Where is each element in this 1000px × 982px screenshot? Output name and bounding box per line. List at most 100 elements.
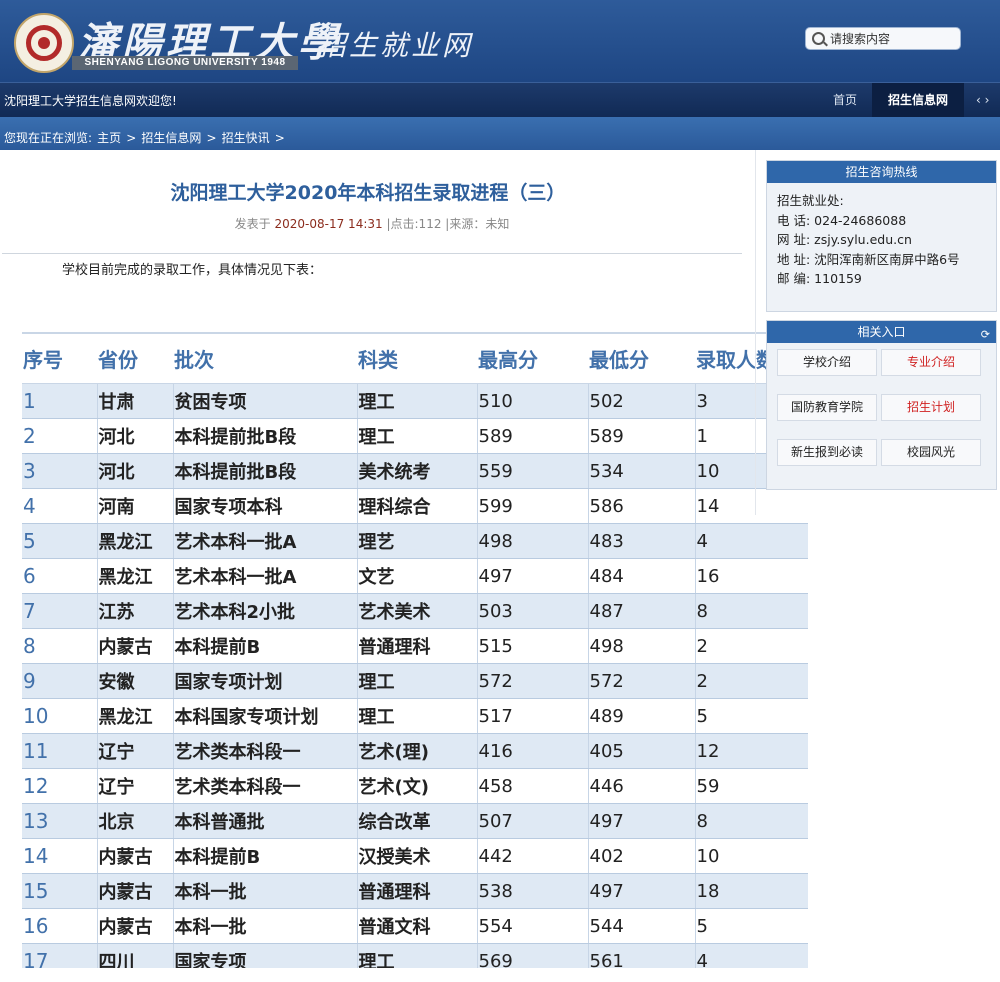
table-row: 7 江苏 艺术本科2小批 艺术美术 503 487 8 bbox=[22, 593, 808, 629]
cell-province: 内蒙古 bbox=[96, 908, 173, 944]
cell-batch: 贫困专项 bbox=[172, 383, 357, 419]
header-province: 省份 bbox=[97, 332, 173, 384]
cell-batch: 本科一批 bbox=[172, 908, 357, 944]
cell-admitted: 18 bbox=[694, 873, 808, 909]
search-input[interactable] bbox=[830, 29, 956, 48]
cell-category: 美术统考 bbox=[356, 453, 477, 489]
cell-province: 黑龙江 bbox=[96, 698, 173, 734]
cell-category: 理科综合 bbox=[356, 488, 477, 524]
cell-province: 江苏 bbox=[96, 593, 173, 629]
article-title: 沈阳理工大学2020年本科招生录取进程（三） bbox=[170, 182, 566, 204]
breadcrumb-item-admission[interactable]: 招生信息网 bbox=[141, 131, 201, 145]
link-defense-college[interactable]: 国防教育学院 bbox=[777, 394, 877, 421]
breadcrumb-item-home[interactable]: 主页 bbox=[97, 131, 121, 145]
cell-index: 15 bbox=[22, 873, 97, 909]
link-admission-plan[interactable]: 招生计划 bbox=[881, 394, 981, 421]
header-index: 序号 bbox=[22, 332, 97, 384]
cell-batch: 本科提前批B段 bbox=[172, 453, 357, 489]
admission-table-container: 序号 省份 批次 科类 最高分 最低分 录取人数 1 甘肃 贫困专项 理工 510 502… bbox=[22, 332, 808, 968]
sidebar-divider bbox=[755, 150, 756, 515]
nav-scroll-arrows-icon[interactable]: ‹ › bbox=[976, 83, 989, 117]
link-major-intro[interactable]: 专业介绍 bbox=[881, 349, 981, 376]
click-count: |点击:112 bbox=[386, 217, 442, 231]
cell-index: 6 bbox=[22, 558, 97, 594]
article-source: |来源：未知 bbox=[445, 217, 510, 231]
cell-province: 河北 bbox=[96, 418, 173, 454]
cell-admitted: 12 bbox=[694, 733, 808, 769]
publish-date: 2020-08-17 14:31 bbox=[274, 217, 383, 231]
welcome-text: 沈阳理工大学招生信息网欢迎您! bbox=[4, 94, 177, 108]
cell-admitted: 59 bbox=[694, 768, 808, 804]
breadcrumb-prefix: 您现在正在浏览: bbox=[4, 131, 93, 145]
cell-max-score: 442 bbox=[476, 838, 588, 874]
cell-index: 14 bbox=[22, 838, 97, 874]
cell-index: 17 bbox=[22, 943, 97, 968]
cell-index: 8 bbox=[22, 628, 97, 664]
cell-index: 16 bbox=[22, 908, 97, 944]
cell-province: 辽宁 bbox=[96, 733, 173, 769]
table-row: 15 内蒙古 本科一批 普通理科 538 497 18 bbox=[22, 873, 808, 909]
cell-province: 黑龙江 bbox=[96, 523, 173, 559]
cell-max-score: 517 bbox=[476, 698, 588, 734]
table-row: 8 内蒙古 本科提前B 普通理科 515 498 2 bbox=[22, 628, 808, 664]
cell-admitted: 16 bbox=[694, 558, 808, 594]
cell-index: 11 bbox=[22, 733, 97, 769]
cell-batch: 本科提前B bbox=[172, 628, 357, 664]
cell-batch: 艺术类本科段一 bbox=[172, 768, 357, 804]
table-row: 1 甘肃 贫困专项 理工 510 502 3 bbox=[22, 383, 808, 419]
cell-admitted: 2 bbox=[694, 663, 808, 699]
cell-admitted: 8 bbox=[694, 593, 808, 629]
table-row: 11 辽宁 艺术类本科段一 艺术(理) 416 405 12 bbox=[22, 733, 808, 769]
cell-batch: 本科国家专项计划 bbox=[172, 698, 357, 734]
nav-admission-info[interactable]: 招生信息网 bbox=[872, 83, 964, 117]
search-box[interactable] bbox=[805, 27, 961, 50]
refresh-icon[interactable]: ⟳ bbox=[981, 324, 990, 346]
cell-batch: 本科普通批 bbox=[172, 803, 357, 839]
search-icon[interactable] bbox=[812, 32, 825, 45]
related-links-panel: 相关入口 ⟳ 学校介绍 专业介绍 国防教育学院 招生计划 新生报到必读 校园风光 bbox=[766, 320, 997, 490]
table-row: 14 内蒙古 本科提前B 汉授美术 442 402 10 bbox=[22, 838, 808, 874]
breadcrumb-bar: 您现在正在浏览: 主页 > 招生信息网 > 招生快讯 > bbox=[0, 117, 1000, 150]
cell-min-score: 405 bbox=[587, 733, 695, 769]
cell-min-score: 572 bbox=[587, 663, 695, 699]
cell-max-score: 572 bbox=[476, 663, 588, 699]
hotline-phone: 电 话: 024-24686088 bbox=[777, 212, 907, 228]
university-english-name: SHENYANG LIGONG UNIVERSITY 1948 bbox=[72, 56, 298, 70]
cell-min-score: 446 bbox=[587, 768, 695, 804]
cell-batch: 艺术本科一批A bbox=[172, 523, 357, 559]
university-logo[interactable] bbox=[14, 13, 74, 73]
cell-index: 13 bbox=[22, 803, 97, 839]
table-row: 13 北京 本科普通批 综合改革 507 497 8 bbox=[22, 803, 808, 839]
cell-max-score: 507 bbox=[476, 803, 588, 839]
divider bbox=[2, 253, 742, 254]
cell-max-score: 498 bbox=[476, 523, 588, 559]
link-campus-scenery[interactable]: 校园风光 bbox=[881, 439, 981, 466]
cell-max-score: 559 bbox=[476, 453, 588, 489]
cell-batch: 本科提前批B段 bbox=[172, 418, 357, 454]
cell-province: 河南 bbox=[96, 488, 173, 524]
table-row: 9 安徽 国家专项计划 理工 572 572 2 bbox=[22, 663, 808, 699]
link-school-intro[interactable]: 学校介绍 bbox=[777, 349, 877, 376]
cell-min-score: 487 bbox=[587, 593, 695, 629]
breadcrumb: 您现在正在浏览: 主页 > 招生信息网 > 招生快讯 > bbox=[4, 127, 285, 146]
site-header: 瀋陽理工大學 SHENYANG LIGONG UNIVERSITY 1948 招… bbox=[0, 0, 1000, 82]
cell-category: 综合改革 bbox=[356, 803, 477, 839]
cell-admitted: 5 bbox=[694, 908, 808, 944]
table-row: 6 黑龙江 艺术本科一批A 文艺 497 484 16 bbox=[22, 558, 808, 594]
cell-category: 理工 bbox=[356, 663, 477, 699]
cell-admitted: 4 bbox=[694, 943, 808, 968]
cell-index: 10 bbox=[22, 698, 97, 734]
cell-province: 安徽 bbox=[96, 663, 173, 699]
cell-batch: 艺术本科一批A bbox=[172, 558, 357, 594]
cell-admitted: 14 bbox=[694, 488, 808, 524]
cell-province: 辽宁 bbox=[96, 768, 173, 804]
header-min-score: 最低分 bbox=[588, 332, 695, 384]
cell-category: 理工 bbox=[356, 943, 477, 968]
cell-max-score: 599 bbox=[476, 488, 588, 524]
breadcrumb-item-news[interactable]: 招生快讯 bbox=[222, 131, 270, 145]
cell-category: 理工 bbox=[356, 418, 477, 454]
cell-min-score: 402 bbox=[587, 838, 695, 874]
link-freshman-guide[interactable]: 新生报到必读 bbox=[777, 439, 877, 466]
cell-max-score: 497 bbox=[476, 558, 588, 594]
nav-home[interactable]: 首页 bbox=[818, 83, 872, 117]
